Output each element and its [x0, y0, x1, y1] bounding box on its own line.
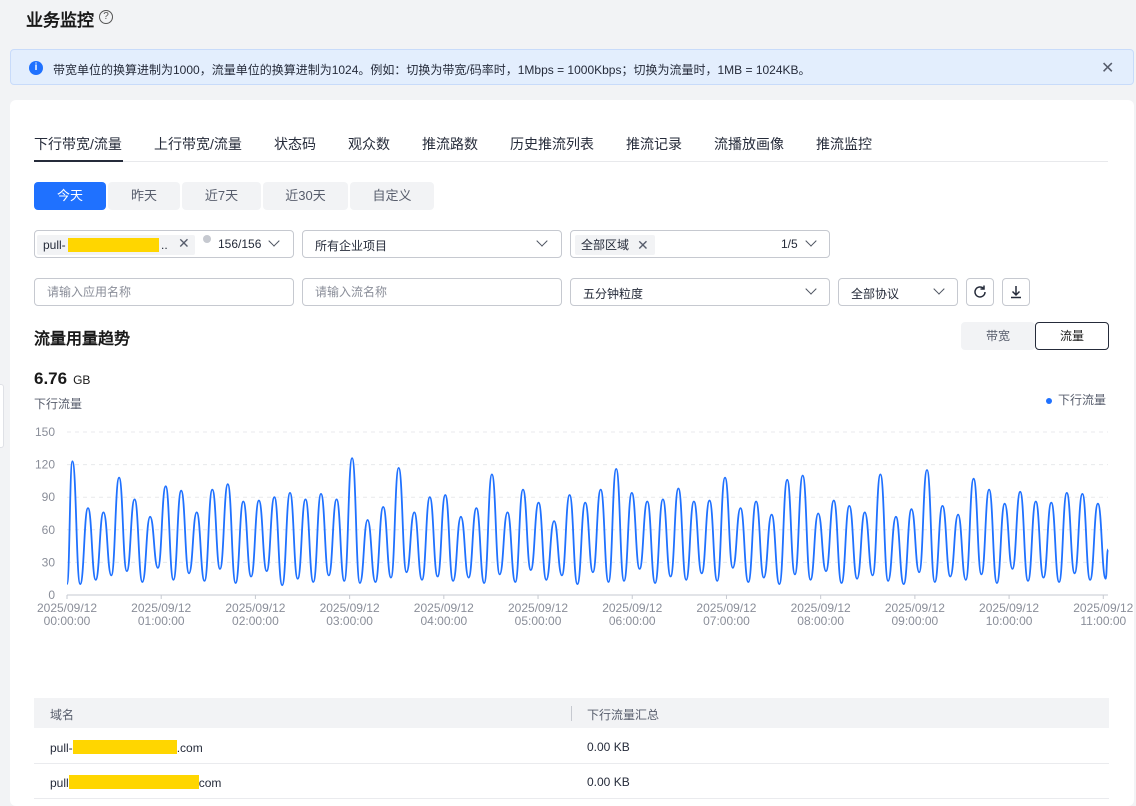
stream-name-input[interactable] — [302, 278, 562, 306]
column-divider — [571, 706, 572, 721]
x-tick-label: 2025/09/12 — [508, 601, 568, 615]
notice-banner: i 带宽单位的换算进制为1000，流量单位的换算进制为1024。例如：切换为带宽… — [10, 49, 1134, 85]
metric-label: 下行流量 — [34, 397, 83, 411]
range-yesterday[interactable]: 昨天 — [108, 182, 180, 210]
chevron-down-icon — [268, 235, 280, 247]
traffic-trend-chart: 03060901201502025/09/1200:00:002025/09/1… — [35, 425, 1134, 628]
table-header: 域名 下行流量汇总 — [34, 698, 1109, 728]
x-tick-label: 2025/09/12 — [414, 601, 474, 615]
x-tick-label: 2025/09/12 — [37, 601, 97, 615]
refresh-icon — [974, 285, 986, 298]
project-select[interactable]: 所有企业项目 — [302, 230, 562, 258]
x-tick-label: 05:00:00 — [515, 614, 562, 628]
x-tick-label: 02:00:00 — [232, 614, 279, 628]
info-icon: i — [29, 61, 43, 75]
chevron-down-icon — [805, 235, 817, 247]
range-today[interactable]: 今天 — [34, 182, 106, 210]
domain-tag: pull- .. — [37, 235, 195, 255]
downlink-total-cell: 0.00 KB — [587, 775, 630, 789]
x-tick-label: 04:00:00 — [420, 614, 467, 628]
x-tick-label: 09:00:00 — [892, 614, 939, 628]
table-row[interactable]: pull- .com 0.00 KB — [34, 729, 1109, 764]
granularity-select[interactable]: 五分钟粒度 — [570, 278, 830, 306]
y-tick-label: 120 — [35, 458, 55, 472]
range-custom[interactable]: 自定义 — [350, 182, 434, 210]
tab-uplink-bandwidth[interactable]: 上行带宽/流量 — [154, 134, 242, 154]
redaction — [72, 740, 177, 754]
download-button[interactable] — [1002, 278, 1030, 306]
y-tick-label: 150 — [35, 425, 55, 439]
y-tick-label: 0 — [48, 588, 55, 602]
x-tick-label: 2025/09/12 — [696, 601, 756, 615]
x-tick-label: 2025/09/12 — [791, 601, 851, 615]
toggle-traffic[interactable]: 流量 — [1035, 322, 1109, 350]
y-tick-label: 90 — [42, 490, 56, 504]
tab-push-records[interactable]: 推流记录 — [626, 134, 682, 154]
question-circle-icon[interactable]: ? — [99, 10, 113, 24]
x-tick-label: 11:00:00 — [1080, 614, 1126, 628]
metric-value: 6.76 GB — [34, 369, 91, 388]
notice-text: 带宽单位的换算进制为1000，流量单位的换算进制为1024。例如：切换为带宽/码… — [53, 63, 811, 77]
tab-viewers[interactable]: 观众数 — [348, 134, 390, 154]
page-title: 业务监控 — [26, 11, 94, 30]
tab-push-monitor[interactable]: 推流监控 — [816, 134, 872, 154]
chart-legend[interactable]: 下行流量 — [1046, 391, 1106, 408]
x-tick-label: 2025/09/12 — [885, 601, 945, 615]
domain-cell: pull com — [50, 775, 222, 790]
x-tick-label: 2025/09/12 — [979, 601, 1039, 615]
x-tick-label: 06:00:00 — [609, 614, 656, 628]
chevron-down-icon — [805, 283, 817, 295]
chevron-down-icon — [536, 235, 548, 247]
table-row[interactable]: pull com 0.00 KB — [34, 764, 1109, 799]
x-tick-label: 10:00:00 — [986, 614, 1033, 628]
domain-cell: pull- .com — [50, 740, 203, 755]
tab-push-history[interactable]: 历史推流列表 — [510, 134, 594, 154]
range-7days[interactable]: 近7天 — [182, 182, 261, 210]
region-tag: 全部区域 ✕ — [575, 235, 655, 255]
tab-bar: 下行带宽/流量 上行带宽/流量 状态码 观众数 推流路数 历史推流列表 推流记录… — [34, 122, 1108, 162]
x-tick-label: 2025/09/12 — [1073, 601, 1133, 615]
active-tab-indicator — [34, 160, 123, 162]
x-tick-label: 2025/09/12 — [225, 601, 285, 615]
x-tick-label: 01:00:00 — [138, 614, 185, 628]
x-tick-label: 03:00:00 — [326, 614, 373, 628]
tab-downlink-bandwidth[interactable]: 下行带宽/流量 — [34, 134, 122, 154]
chevron-down-icon — [933, 283, 945, 295]
series-line-downlink-traffic — [66, 457, 1109, 587]
remove-tag-icon[interactable]: ✕ — [637, 235, 649, 255]
redaction — [68, 775, 199, 789]
refresh-button[interactable] — [966, 278, 994, 306]
column-header-domain: 域名 — [50, 708, 75, 722]
region-select[interactable]: 全部区域 ✕ 1/5 — [570, 230, 830, 258]
x-tick-label: 00:00:00 — [44, 614, 91, 628]
protocol-select[interactable]: 全部协议 — [838, 278, 958, 306]
section-title: 流量用量趋势 — [34, 331, 131, 348]
column-header-downlink-total: 下行流量汇总 — [587, 708, 660, 722]
y-tick-label: 30 — [42, 555, 56, 569]
range-30days[interactable]: 近30天 — [263, 182, 348, 210]
x-tick-label: 2025/09/12 — [320, 601, 380, 615]
app-name-input[interactable] — [34, 278, 294, 306]
download-icon — [1011, 286, 1021, 299]
tab-status-code[interactable]: 状态码 — [274, 134, 316, 154]
remove-tag-icon[interactable]: ✕ — [178, 235, 190, 252]
redaction — [68, 238, 159, 252]
x-tick-label: 2025/09/12 — [131, 601, 191, 615]
legend-dot-icon — [1046, 397, 1052, 404]
close-icon[interactable]: ✕ — [1101, 58, 1114, 78]
toggle-bandwidth[interactable]: 带宽 — [961, 322, 1035, 350]
x-tick-label: 2025/09/12 — [602, 601, 662, 615]
tab-stream-portrait[interactable]: 流播放画像 — [714, 134, 784, 154]
x-tick-label: 07:00:00 — [703, 614, 750, 628]
domain-select[interactable]: pull- .. ✕ 156/156 — [34, 230, 294, 258]
tab-push-streams[interactable]: 推流路数 — [422, 134, 478, 154]
downlink-total-cell: 0.00 KB — [587, 740, 630, 754]
domain-count: 156/156 — [218, 237, 262, 251]
x-tick-label: 08:00:00 — [797, 614, 844, 628]
loading-dot-icon — [203, 235, 211, 243]
y-tick-label: 60 — [42, 523, 56, 537]
